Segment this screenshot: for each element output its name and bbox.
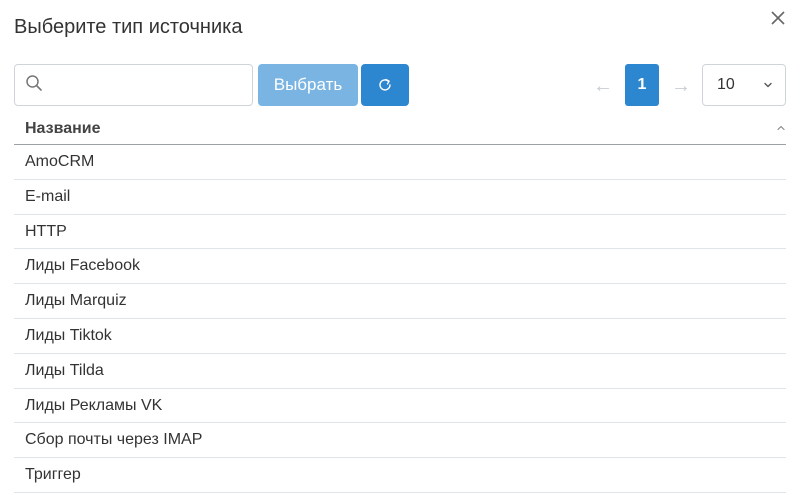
table-header: Название [14,112,786,145]
table-row[interactable]: Лиды Marquiz [14,284,786,319]
table-row[interactable]: E-mail [14,180,786,215]
refresh-icon [379,78,391,91]
page-size-select[interactable]: 10 [702,64,786,106]
select-button[interactable]: Выбрать [258,64,358,106]
table-row[interactable]: Лиды Рекламы VK [14,389,786,424]
table-row[interactable]: HTTP [14,215,786,250]
row-name-cell: Лиды Facebook [25,257,140,275]
dialog-title: Выберите тип источника [14,16,243,38]
row-name-cell: Лиды Tiktok [25,326,112,344]
pagination-prev-button[interactable]: ← [590,64,616,106]
chevron-up-icon[interactable] [776,123,786,133]
search-input[interactable] [51,65,246,105]
row-name-cell: AmoCRM [25,153,95,170]
row-name-cell: Лиды Tilda [25,361,104,379]
row-name-cell: E-mail [25,187,71,205]
table-row[interactable]: AmoCRM [14,145,786,180]
row-name-cell: Триггер [25,466,81,484]
chevron-down-icon [764,82,772,88]
pagination-page-1[interactable]: 1 [625,64,659,106]
select-source-type-dialog: Выберите тип источника Выбрать ← 1 → 10 [0,0,800,495]
table-row[interactable]: Лиды Tilda [14,354,786,389]
close-button[interactable] [768,8,788,28]
refresh-button[interactable] [361,64,409,106]
row-name-cell: HTTP [25,222,67,240]
row-name-cell: Лиды Marquiz [25,292,127,310]
table-row[interactable]: Лиды Tiktok [14,319,786,354]
table-row[interactable]: Лиды Facebook [14,249,786,285]
pagination-next-button[interactable]: → [668,64,694,106]
close-icon [771,11,785,25]
toolbar: Выбрать ← 1 → 10 [14,64,786,106]
source-types-table: Название AmoCRM E-mail HTTP Лиды Faceboo… [14,112,786,493]
column-header-name[interactable]: Название [25,120,101,138]
row-name-cell: Сбор почты через IMAP [25,431,203,449]
table-row[interactable]: Сбор почты через IMAP [14,423,786,459]
table-row[interactable]: Триггер [14,458,786,493]
search-box [14,64,253,106]
page-size-value: 10 [717,76,735,93]
search-icon [26,75,42,91]
row-name-cell: Лиды Рекламы VK [25,396,163,414]
